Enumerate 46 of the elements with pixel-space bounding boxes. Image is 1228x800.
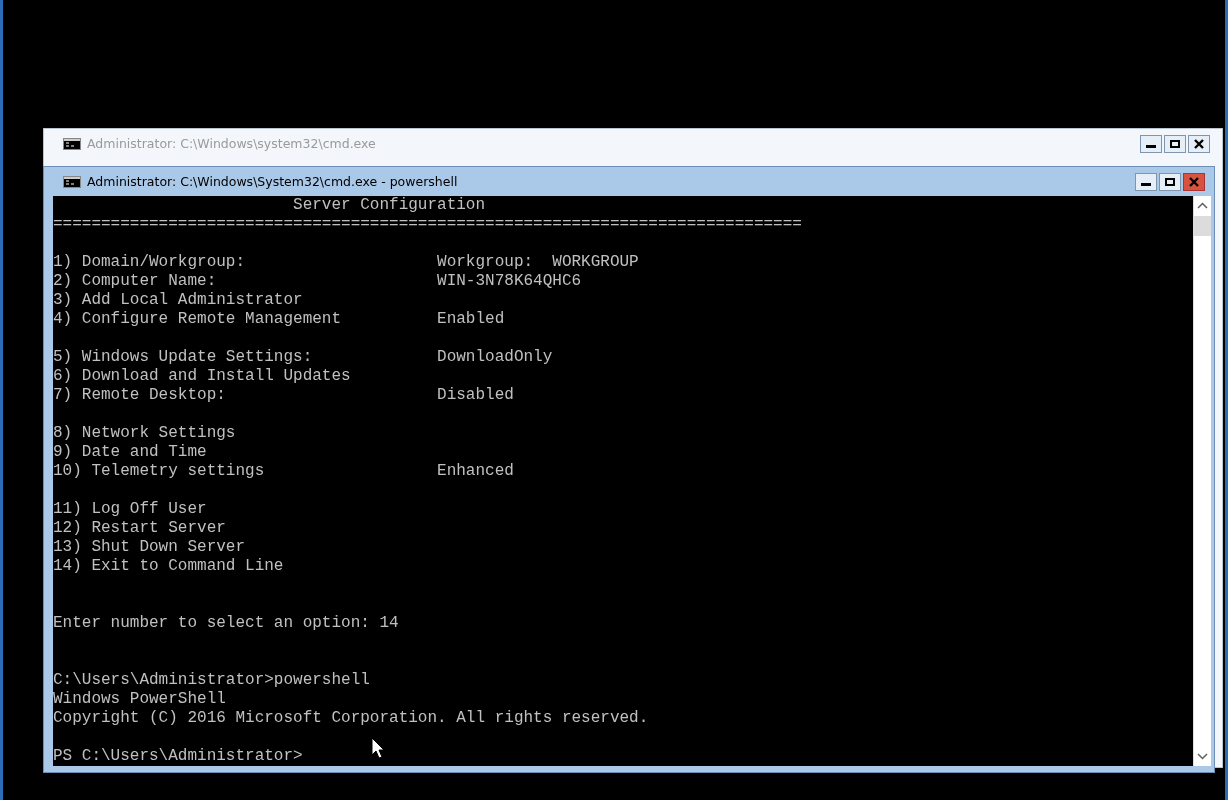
close-button[interactable] xyxy=(1183,172,1205,191)
menu-option: 2) Computer Name: xyxy=(53,272,217,291)
menu-option: 6) Download and Install Updates xyxy=(53,367,351,386)
menu-option: 11) Log Off User xyxy=(53,500,207,519)
powershell-prompt: PS C:\Users\Administrator> xyxy=(53,747,303,766)
option-value: Workgroup: WORKGROUP xyxy=(437,253,639,272)
menu-option: 9) Date and Time xyxy=(53,443,207,462)
output-line: Windows PowerShell xyxy=(53,690,226,709)
menu-option: 13) Shut Down Server xyxy=(53,538,246,557)
output-line: Copyright (C) 2016 Microsoft Corporation. All rights reserved. xyxy=(53,709,649,728)
menu-option: 10) Telemetry settings xyxy=(53,462,265,481)
maximize-icon xyxy=(1165,177,1175,186)
menu-option: 5) Windows Update Settings: xyxy=(53,348,313,367)
scrollbar[interactable] xyxy=(1193,196,1211,766)
menu-option: 7) Remote Desktop: xyxy=(53,386,226,405)
separator-rule: ============================================================================== xyxy=(53,215,802,234)
menu-option: 12) Restart Server xyxy=(53,519,226,538)
console-icon xyxy=(63,137,81,150)
menu-option: 8) Network Settings xyxy=(53,424,236,443)
close-button[interactable] xyxy=(1188,134,1210,153)
option-value: WIN-3N78K64QHC6 xyxy=(437,272,582,291)
menu-option: 1) Domain/Workgroup: xyxy=(53,253,246,272)
window-title: Administrator: C:\Windows\system32\cmd.exe xyxy=(87,136,377,151)
minimize-button[interactable] xyxy=(1135,172,1157,191)
option-value: DownloadOnly xyxy=(437,348,553,367)
menu-option: 14) Exit to Command Line xyxy=(53,557,284,576)
mouse-pointer-icon xyxy=(371,737,385,759)
console-icon xyxy=(63,175,81,188)
option-value: Disabled xyxy=(437,386,514,405)
close-icon xyxy=(1194,138,1204,149)
close-icon xyxy=(1189,176,1199,187)
option-value: Enabled xyxy=(437,310,505,329)
minimize-button[interactable] xyxy=(1140,134,1162,153)
maximize-button[interactable] xyxy=(1164,134,1186,153)
minimize-icon xyxy=(1146,145,1156,148)
window-title: Administrator: C:\Windows\System32\cmd.exe - powershell xyxy=(87,174,459,189)
scrollbar-thumb[interactable] xyxy=(1194,216,1211,236)
command-line: C:\Users\Administrator>powershell xyxy=(53,671,370,690)
maximize-icon xyxy=(1170,139,1180,148)
menu-option: 4) Configure Remote Management xyxy=(53,310,342,329)
option-value: Enhanced xyxy=(437,462,514,481)
menu-option: 3) Add Local Administrator xyxy=(53,291,303,310)
minimize-icon xyxy=(1141,183,1151,186)
input-prompt: Enter number to select an option: 14 xyxy=(53,614,399,633)
maximize-button[interactable] xyxy=(1159,172,1181,191)
console-heading: Server Configuration xyxy=(293,196,486,215)
